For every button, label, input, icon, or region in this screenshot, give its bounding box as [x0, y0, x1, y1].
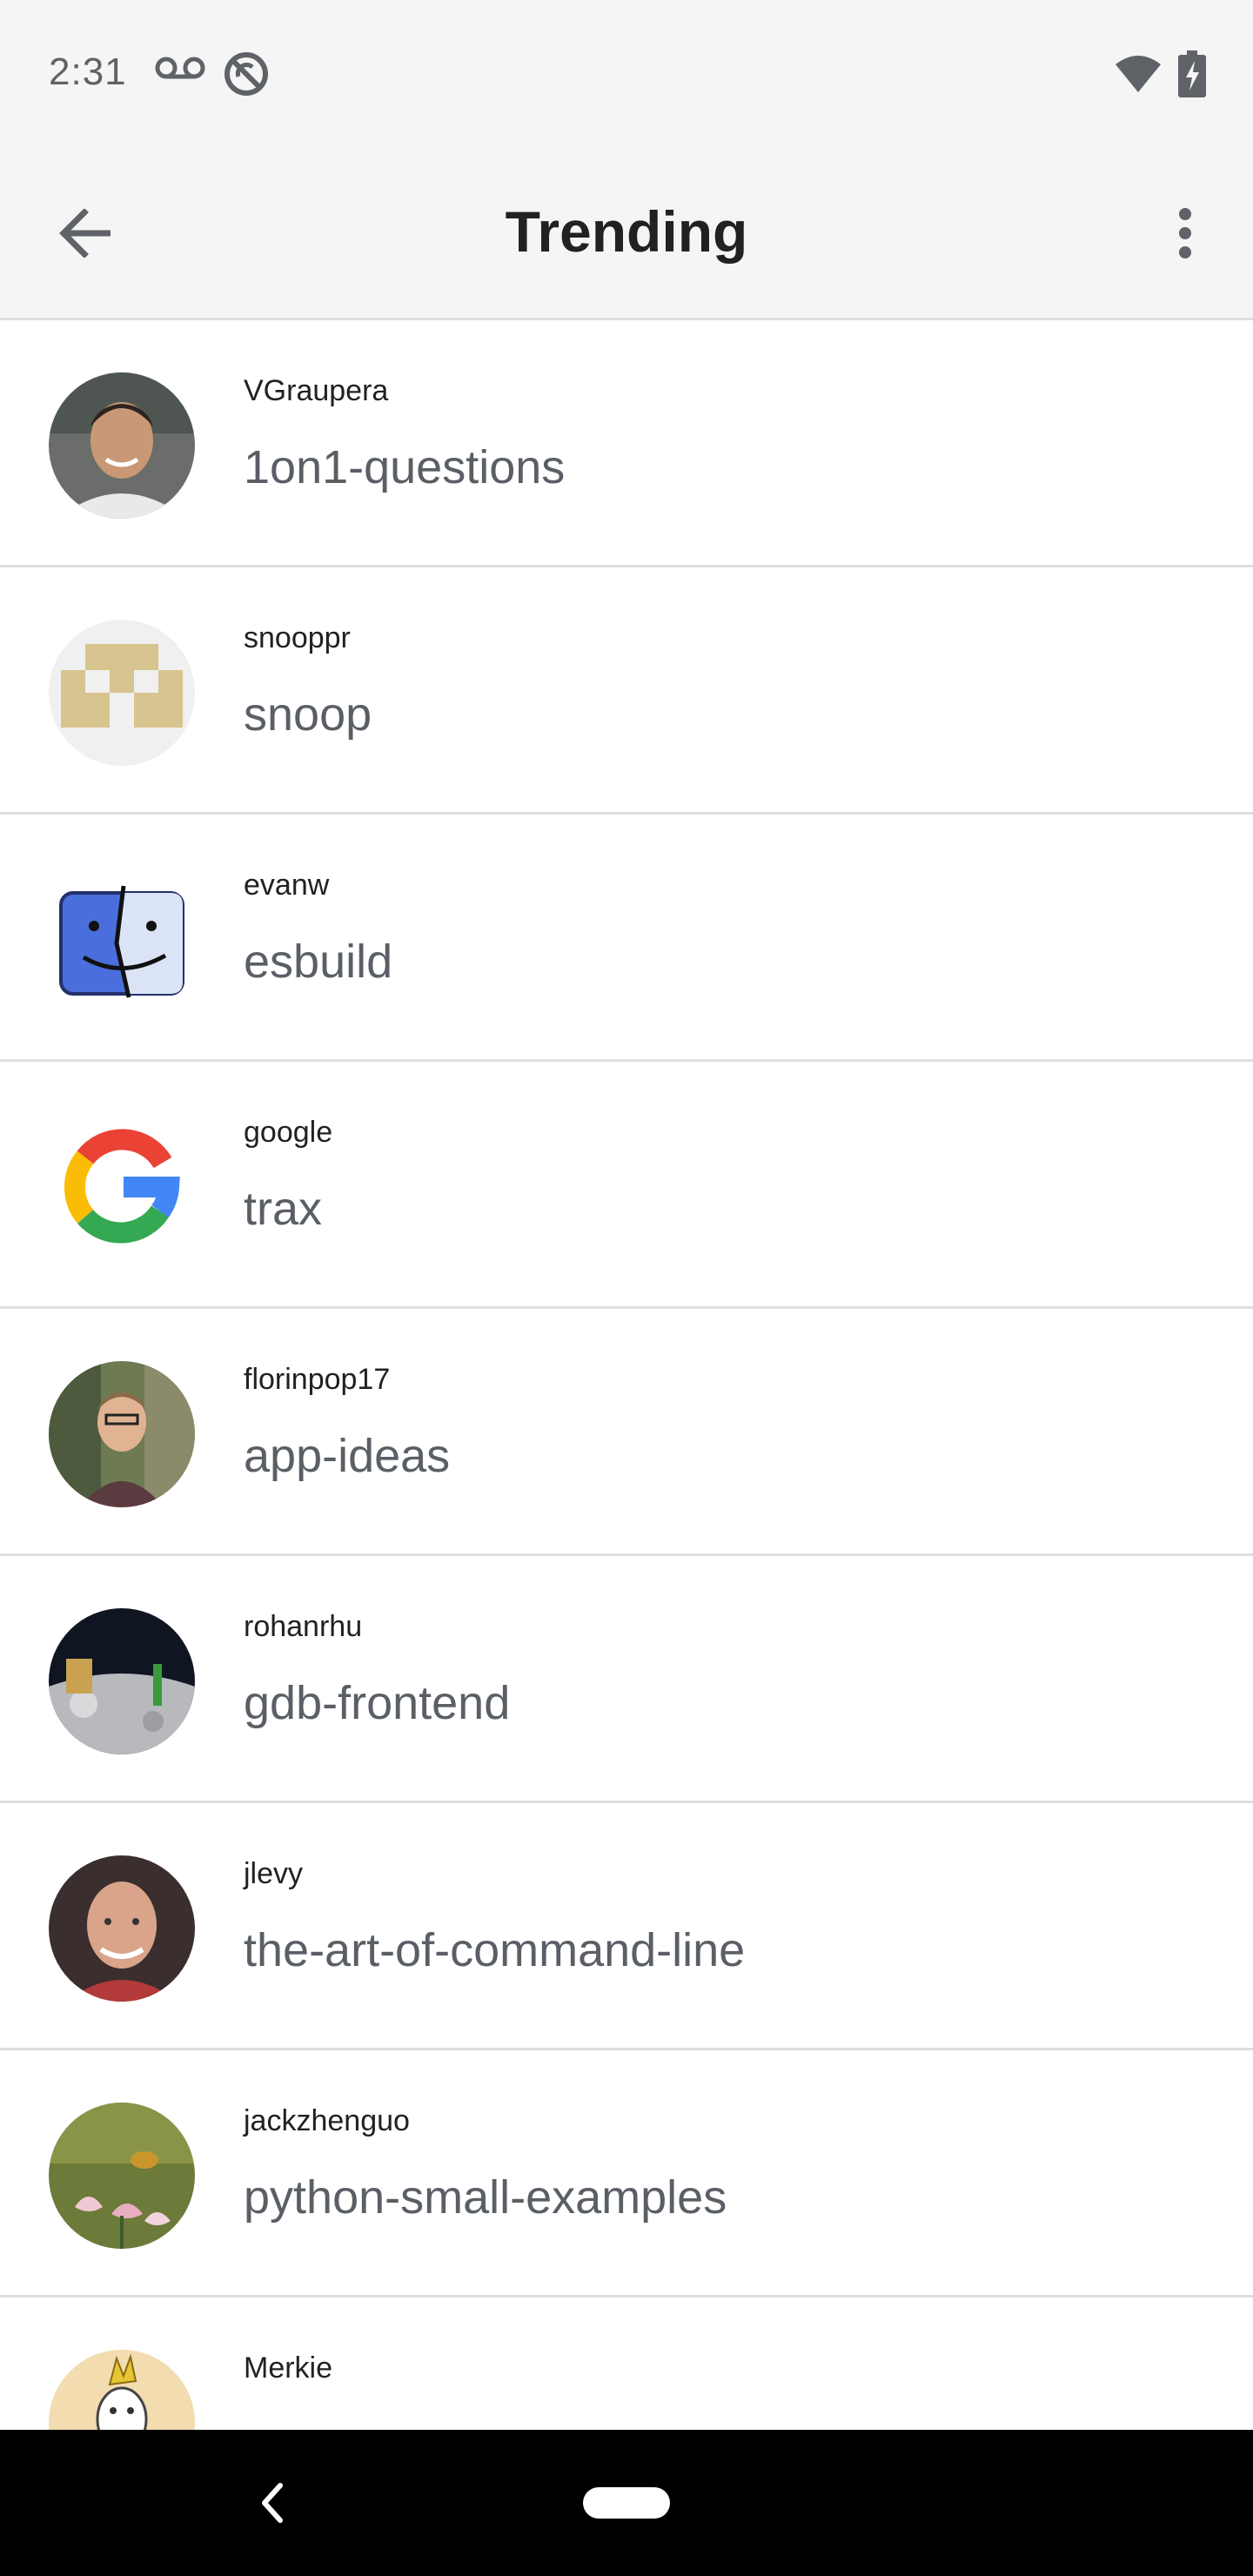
repo-owner: VGraupera: [244, 374, 389, 407]
repo-owner: jackzhenguo: [244, 2104, 410, 2137]
repo-name: the-art-of-command-line: [244, 1924, 746, 1976]
repo-owner: jlevy: [244, 1857, 304, 1890]
avatar-jlevy: [49, 1855, 195, 2002]
repo-list-item[interactable]: evanw esbuild: [0, 815, 1253, 1062]
repo-name: trax: [244, 1183, 323, 1235]
more-vert-icon: [1179, 208, 1191, 258]
nav-home-pill[interactable]: [583, 2487, 670, 2519]
avatar-google: [49, 1114, 195, 1260]
repo-name: gdb-frontend: [244, 1677, 511, 1729]
repo-list-item[interactable]: jlevy the-art-of-command-line: [0, 1803, 1253, 2050]
repo-list-item[interactable]: rohanrhu gdb-frontend: [0, 1556, 1253, 1803]
battery-charging-icon: [1178, 50, 1206, 97]
avatar-vgraupera: [49, 372, 195, 519]
repo-list-item[interactable]: florinpop17 app-ideas: [0, 1309, 1253, 1556]
repo-list-item[interactable]: snooppr snoop: [0, 567, 1253, 815]
avatar-evanw: [49, 867, 195, 1013]
avatar-snooppr: [49, 620, 195, 766]
repo-name: app-ideas: [244, 1430, 451, 1482]
repo-list-item[interactable]: Merkie: [0, 2298, 1253, 2430]
status-bar: 2:31: [0, 0, 1253, 148]
repo-owner: evanw: [244, 869, 330, 902]
trending-list[interactable]: VGraupera 1on1-questions snooppr snoop e…: [0, 320, 1253, 2430]
repo-list-item[interactable]: VGraupera 1on1-questions: [0, 320, 1253, 567]
app-bar: Trending: [0, 148, 1253, 320]
avatar-florinpop17: [49, 1361, 195, 1507]
repo-list-item[interactable]: google trax: [0, 1062, 1253, 1309]
repo-owner: google: [244, 1116, 333, 1149]
nav-back-icon[interactable]: [252, 2473, 292, 2532]
repo-list-item[interactable]: jackzhenguo python-small-examples: [0, 2050, 1253, 2298]
sync-disabled-icon: [224, 52, 268, 96]
avatar-rohanrhu: [49, 1608, 195, 1754]
repo-name: 1on1-questions: [244, 441, 566, 493]
repo-owner: rohanrhu: [244, 1610, 363, 1643]
repo-owner: snooppr: [244, 621, 351, 654]
avatar-merkie: [49, 2350, 195, 2430]
repo-name: esbuild: [244, 936, 393, 988]
wifi-icon: [1116, 56, 1161, 92]
page-title: Trending: [505, 199, 748, 264]
more-options-button[interactable]: [1145, 193, 1225, 273]
status-time: 2:31: [49, 50, 127, 93]
voicemail-icon: [155, 57, 205, 79]
avatar-jackzhenguo: [49, 2103, 195, 2249]
repo-name: snoop: [244, 688, 372, 741]
repo-name: python-small-examples: [244, 2171, 727, 2224]
repo-owner: Merkie: [244, 2351, 333, 2385]
system-nav-bar: [0, 2430, 1253, 2576]
repo-owner: florinpop17: [244, 1363, 391, 1396]
